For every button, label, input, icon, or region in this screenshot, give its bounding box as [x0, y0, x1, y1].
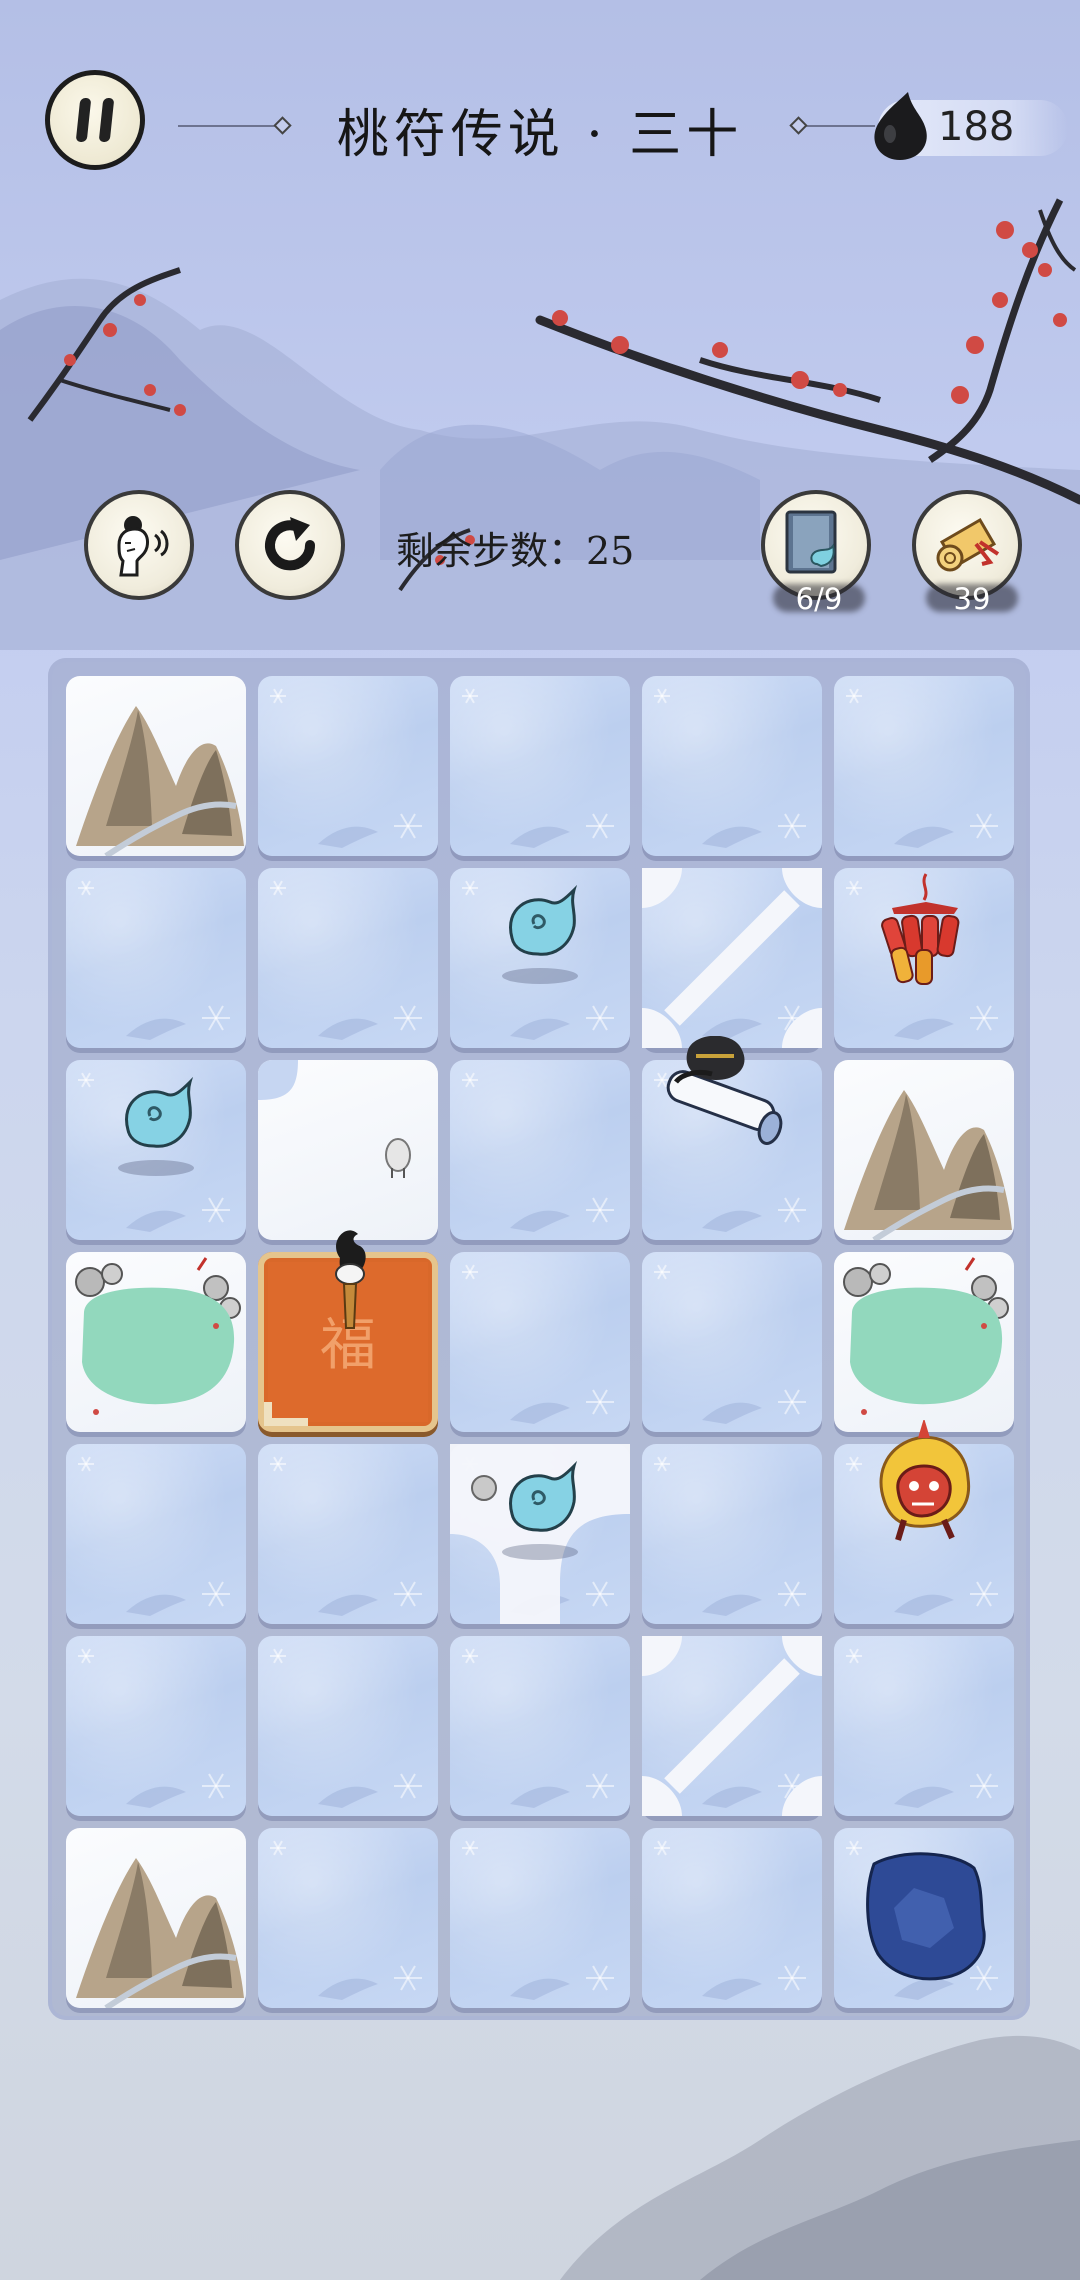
board-tile-ice[interactable] — [258, 1636, 438, 1816]
board-tile-ice[interactable] — [66, 1444, 246, 1624]
board-tile-ice[interactable] — [450, 1636, 630, 1816]
board-tile-ice[interactable] — [450, 1828, 630, 2008]
board-tile-ice[interactable] — [642, 1444, 822, 1624]
board-tile-pond[interactable] — [834, 1252, 1014, 1432]
scroll-count: 39 — [953, 582, 991, 616]
board-tile-ice[interactable] — [66, 1636, 246, 1816]
board-tile-ice[interactable] — [450, 1060, 630, 1240]
board-tile-ice[interactable] — [258, 676, 438, 856]
board-tile-ice[interactable] — [258, 1444, 438, 1624]
restart-icon — [265, 517, 316, 571]
board-tile-pond[interactable] — [66, 1252, 246, 1432]
ice-path-marking — [642, 1636, 822, 1816]
ink-count: 188 — [938, 104, 1015, 150]
board-tile-mountain[interactable] — [834, 1060, 1014, 1240]
firecracker-piece[interactable] — [834, 868, 1014, 1048]
hint-button[interactable] — [84, 490, 194, 600]
board-tile-ice[interactable] — [258, 1828, 438, 2008]
hint-icon — [117, 516, 169, 577]
spirit-flame-piece[interactable] — [66, 1060, 246, 1240]
board-tile-mountain[interactable] — [66, 676, 246, 856]
hero-scroll-piece[interactable] — [642, 1036, 822, 1216]
scroll-icon — [936, 517, 1000, 572]
board-tile-ice[interactable] — [66, 868, 246, 1048]
board-tile-ice[interactable] — [642, 676, 822, 856]
spirit-flame-piece[interactable] — [450, 1444, 630, 1624]
remaining-steps: 剩余步数：25 — [396, 529, 635, 573]
ink-drop-icon — [874, 92, 927, 160]
restart-button[interactable] — [235, 490, 345, 600]
board-tile-ice[interactable] — [450, 1252, 630, 1432]
game-board: 福 — [48, 658, 1030, 2020]
board-tile-ice[interactable] — [642, 1828, 822, 2008]
board-tile-snow[interactable] — [258, 1060, 438, 1240]
spirit-flame-piece[interactable] — [450, 868, 630, 1048]
ice-path-marking — [642, 868, 822, 1048]
charm-count: 6/9 — [795, 582, 843, 616]
ice-hole-piece[interactable] — [834, 1828, 1014, 2008]
board-tile-ice[interactable] — [834, 676, 1014, 856]
board-tile-ice[interactable] — [642, 1252, 822, 1432]
torch-piece[interactable] — [258, 1228, 438, 1408]
board-tile-mountain[interactable] — [66, 1828, 246, 2008]
board-tile-ice[interactable] — [450, 676, 630, 856]
board-tile-ice[interactable] — [834, 1636, 1014, 1816]
nian-beast-piece[interactable] — [834, 1420, 1014, 1600]
board-tile-ice[interactable] — [258, 868, 438, 1048]
charm-book-icon — [785, 510, 837, 574]
